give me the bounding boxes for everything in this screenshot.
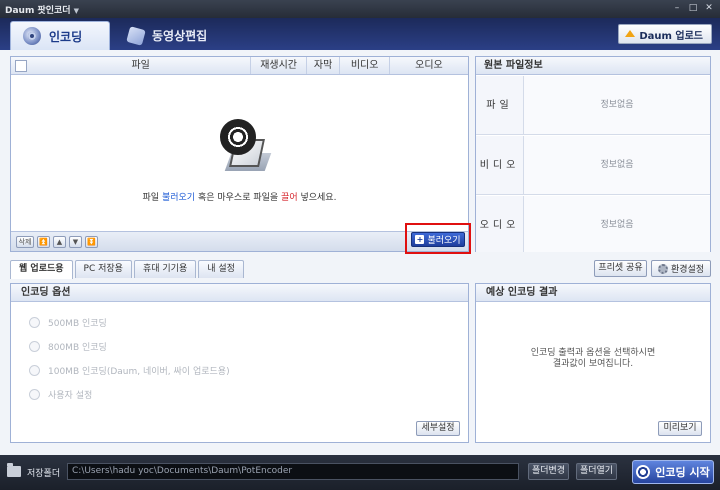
result-message: 인코딩 출력과 옵션을 선택하시면 결과값이 보여집니다.	[476, 348, 710, 370]
column-audio[interactable]: 오디오	[388, 57, 468, 74]
source-info-title: 원본 파일정보	[476, 57, 710, 75]
radio-100mb[interactable]	[29, 365, 40, 376]
change-folder-button[interactable]: 폴더변경	[528, 463, 569, 480]
info-value-file: 정보없음	[524, 76, 710, 134]
file-list-toolbar: 삭제 ⏫ ▲ ▼ ⏬ + 불러오기	[11, 223, 471, 254]
result-message-line1: 인코딩 출력과 옵션을 선택하시면	[530, 348, 656, 358]
info-value-video: 정보없음	[524, 136, 710, 194]
daum-upload-button[interactable]: Daum 업로드	[618, 24, 712, 44]
option-custom[interactable]: 사용자 설정	[29, 388, 92, 401]
info-row-audio: 오디오 정보없음	[476, 196, 710, 252]
preset-share-button[interactable]: 프리셋 공유	[594, 260, 647, 277]
drag-word: 끌어	[281, 193, 298, 203]
tab-pc-storage[interactable]: PC 저장용	[74, 260, 132, 278]
info-label-video: 비디오	[476, 136, 524, 194]
expected-result-panel: 예상 인코딩 결과 인코딩 출력과 옵션을 선택하시면 결과값이 보여집니다. …	[475, 283, 711, 443]
option-custom-label: 사용자 설정	[48, 391, 93, 401]
preview-button[interactable]: 미리보기	[658, 421, 702, 436]
upload-arrow-icon	[625, 29, 636, 37]
close-button[interactable]: ✕	[702, 2, 716, 15]
app-title[interactable]: Daum 팟인코더 ▼	[5, 3, 79, 16]
column-file[interactable]: 파일	[31, 57, 251, 74]
plus-icon: +	[415, 235, 425, 244]
load-button-highlight: + 불러오기	[405, 223, 471, 254]
radio-500mb[interactable]	[29, 317, 40, 328]
expected-result-title: 예상 인코딩 결과	[476, 284, 710, 302]
info-label-file: 파일	[476, 76, 524, 134]
film-reel-icon	[218, 117, 272, 171]
daum-upload-label: Daum 업로드	[639, 30, 703, 42]
start-encoding-button[interactable]: 인코딩 시작	[632, 460, 714, 484]
maximize-button[interactable]: □	[686, 2, 700, 15]
load-files-label: 불러오기	[427, 236, 461, 246]
title-menu-caret-icon[interactable]: ▼	[74, 7, 79, 15]
save-path-field[interactable]: C:\Users\hadu yoc\Documents\Daum\PotEnco…	[67, 463, 519, 480]
option-100mb[interactable]: 100MB 인코딩(Daum, 네이버, 싸이 업로드용)	[29, 364, 230, 377]
bottom-bar: 저장폴더 C:\Users\hadu yoc\Documents\Daum\Po…	[0, 455, 720, 490]
load-files-button[interactable]: + 불러오기	[411, 232, 465, 247]
radio-800mb[interactable]	[29, 341, 40, 352]
move-top-button[interactable]: ⏫	[37, 236, 50, 248]
open-files-link[interactable]: 불러오기	[162, 193, 195, 203]
title-bar: Daum 팟인코더 ▼ – □ ✕	[0, 0, 720, 18]
tab-web-upload[interactable]: 웹 업로드용	[10, 260, 73, 279]
detail-settings-button[interactable]: 세부설정	[416, 421, 460, 436]
settings-label: 환경설정	[670, 265, 705, 275]
encoding-options-title: 인코딩 옵션	[11, 284, 468, 302]
save-folder-label: 저장폴더	[27, 469, 61, 479]
move-up-button[interactable]: ▲	[53, 236, 66, 248]
minimize-button[interactable]: –	[670, 2, 684, 15]
option-500mb[interactable]: 500MB 인코딩	[29, 316, 107, 329]
option-500mb-label: 500MB 인코딩	[48, 319, 107, 329]
drop-files-message: 파일 불러오기 혹은 마우스로 파일을 끌어 넣으세요.	[11, 190, 468, 203]
start-encoding-label: 인코딩 시작	[655, 466, 710, 479]
gear-icon	[657, 263, 668, 274]
column-subtitle[interactable]: 자막	[305, 57, 340, 74]
info-label-audio: 오디오	[476, 196, 524, 252]
drop-msg-middle: 혹은 마우스로 파일을	[195, 193, 282, 203]
folder-icon	[7, 463, 21, 477]
tab-encoding-label: 인코딩	[49, 29, 83, 44]
tab-video-edit-label: 동영상편집	[152, 29, 208, 43]
open-folder-button[interactable]: 폴더열기	[576, 463, 617, 480]
start-reel-icon	[636, 465, 651, 479]
file-list-panel[interactable]: 파일 재생시간 자막 비디오 오디오 파일 불러오기 혹은 마우스로 파일을 끌…	[10, 56, 471, 254]
main-tab-bar: 인코딩 동영상편집 Daum 업로드	[0, 18, 720, 50]
move-down-button[interactable]: ▼	[69, 236, 82, 248]
source-info-panel: 원본 파일정보 파일 정보없음 비디오 정보없음 오디오 정보없음	[475, 56, 711, 252]
info-row-video: 비디오 정보없음	[476, 136, 710, 195]
file-list-header: 파일 재생시간 자막 비디오 오디오	[11, 57, 468, 75]
delete-button[interactable]: 삭제	[16, 236, 34, 248]
info-row-file: 파일 정보없음	[476, 76, 710, 135]
drop-msg-prefix: 파일	[142, 193, 162, 203]
tab-mobile-device[interactable]: 휴대 기기용	[133, 260, 197, 278]
tab-video-edit[interactable]: 동영상편집	[116, 21, 226, 50]
main-content: 파일 재생시간 자막 비디오 오디오 파일 불러오기 혹은 마우스로 파일을 끌…	[0, 50, 720, 455]
option-800mb[interactable]: 800MB 인코딩	[29, 340, 107, 353]
column-video[interactable]: 비디오	[339, 57, 388, 74]
move-bottom-button[interactable]: ⏬	[85, 236, 98, 248]
info-value-audio: 정보없음	[524, 196, 710, 252]
select-all-checkbox[interactable]	[15, 60, 27, 72]
puzzle-icon	[126, 25, 146, 46]
result-message-line2: 결과값이 보여집니다.	[552, 359, 634, 369]
radio-custom[interactable]	[29, 389, 40, 400]
option-800mb-label: 800MB 인코딩	[48, 343, 107, 353]
settings-button[interactable]: 환경설정	[651, 260, 711, 277]
tab-my-settings[interactable]: 내 설정	[198, 260, 244, 278]
encoding-reel-icon	[23, 27, 41, 45]
preset-tabs: 웹 업로드용 PC 저장용 휴대 기기용 내 설정	[10, 260, 244, 279]
drop-msg-suffix: 넣으세요.	[297, 193, 337, 203]
tab-encoding[interactable]: 인코딩	[10, 21, 110, 50]
option-100mb-label: 100MB 인코딩(Daum, 네이버, 싸이 업로드용)	[48, 367, 230, 377]
app-title-text: Daum 팟인코더	[5, 6, 71, 16]
column-duration[interactable]: 재생시간	[250, 57, 305, 74]
encoding-options-panel: 인코딩 옵션 500MB 인코딩 800MB 인코딩 100MB 인코딩(Dau…	[10, 283, 469, 443]
